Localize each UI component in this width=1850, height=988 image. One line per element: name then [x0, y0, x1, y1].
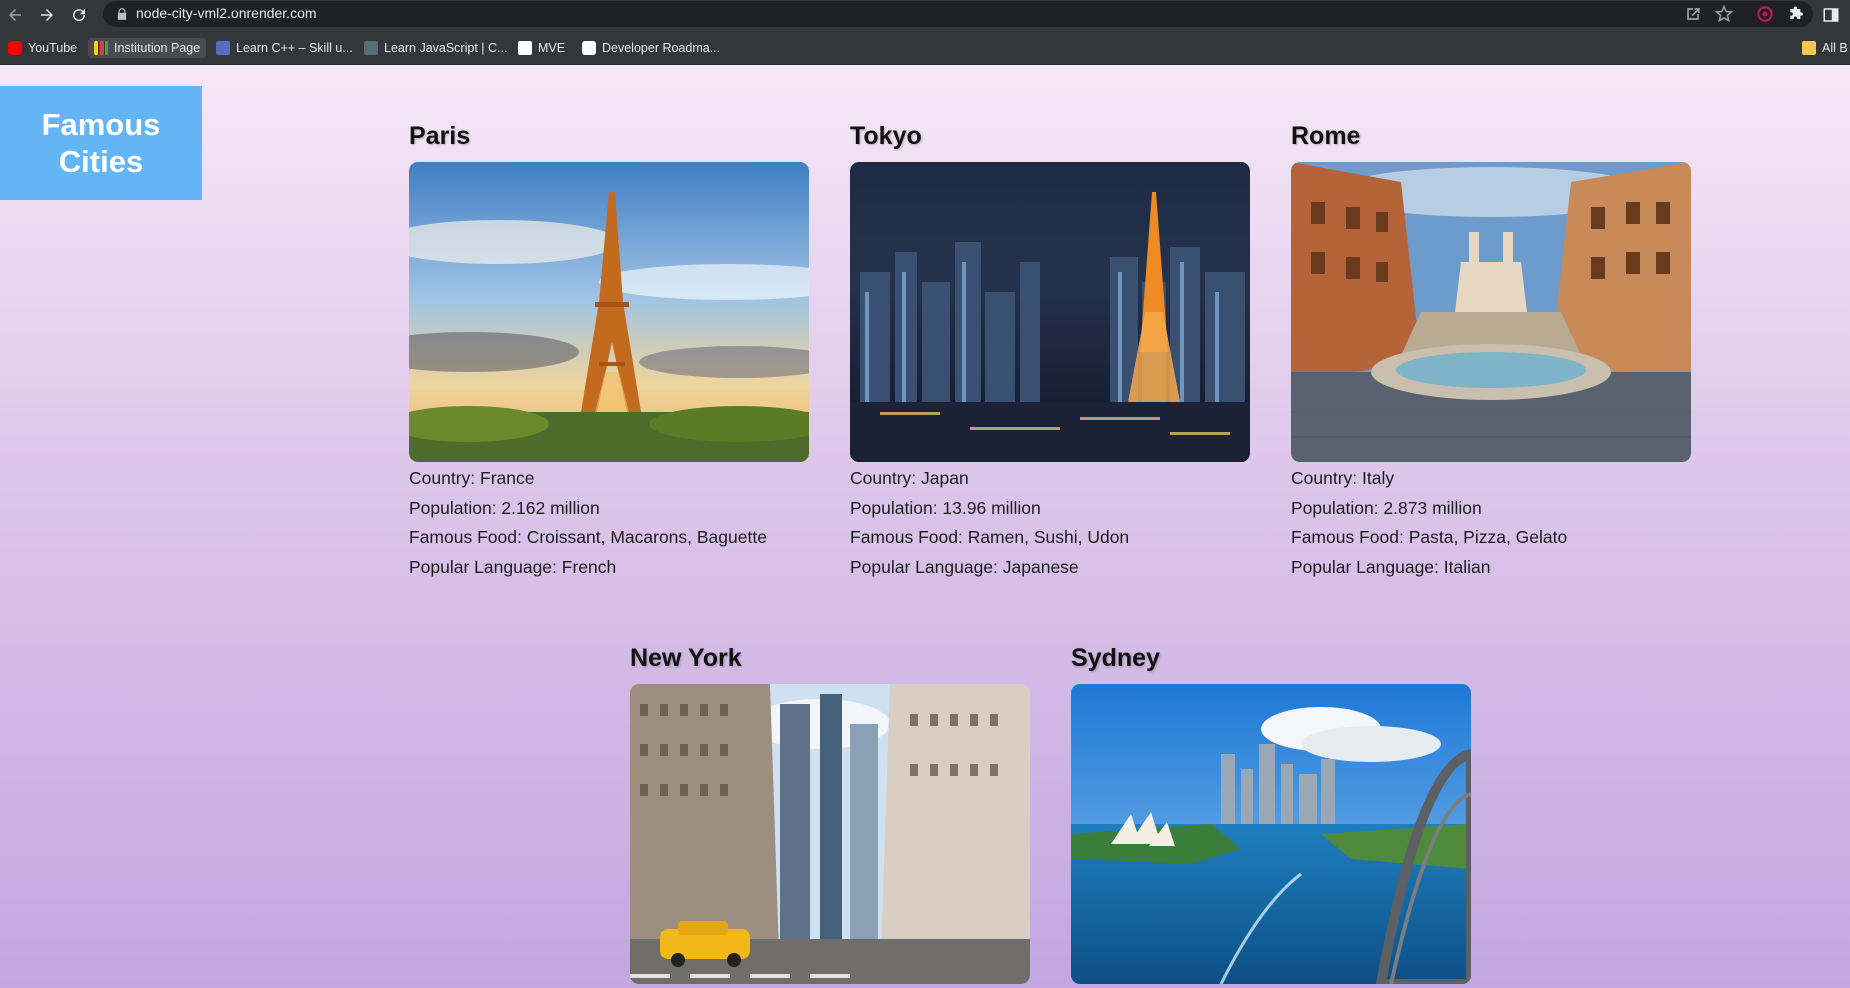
forward-button[interactable] — [36, 4, 58, 26]
eiffel-tower-photo — [409, 162, 809, 462]
bookmark-learn-javascript[interactable]: Learn JavaScript | C... — [364, 38, 507, 58]
city-info: Country: Japan Population: 13.96 million… — [850, 464, 1250, 582]
bookmark-learn-cpp[interactable]: Learn C++ – Skill u... — [216, 38, 353, 58]
reload-icon — [73, 9, 86, 22]
city-info: Country: France Population: 2.162 millio… — [409, 464, 809, 582]
city-card-new-york: New York — [630, 639, 1030, 984]
city-card-tokyo: Tokyo Country: Japan Population: 13.96 m… — [850, 117, 1250, 582]
city-country: Country: Japan — [850, 468, 969, 488]
cpp-icon — [216, 41, 230, 55]
bookmark-institution-page[interactable]: Institution Page — [88, 38, 207, 58]
bookmark-label: YouTube — [28, 41, 78, 55]
city-population: Population: 13.96 million — [850, 497, 1041, 518]
city-card-rome: Rome Country: Italy Population: 2.873 mi… — [1291, 117, 1691, 582]
url-text[interactable]: node-city-vml2.onrender.com — [136, 5, 317, 21]
lock-icon — [117, 8, 127, 20]
bookmark-developer-roadmap[interactable]: Developer Roadma... — [582, 38, 720, 58]
city-language: Popular Language: Italian — [1291, 556, 1491, 577]
city-food: Famous Food: Pasta, Pizza, Gelato — [1291, 527, 1568, 547]
spanish-steps-fountain-photo — [1291, 162, 1691, 462]
bookmark-label: Developer Roadma... — [602, 41, 721, 55]
site-logo: Famous Cities — [0, 86, 202, 200]
bookmark-mve[interactable]: MVE — [518, 38, 565, 58]
city-population: Population: 2.162 million — [409, 497, 600, 518]
city-card-paris: Paris Country: France Population: 2.162 … — [409, 117, 809, 582]
bookmark-label: Institution Page — [114, 41, 201, 55]
share-icon[interactable] — [1683, 4, 1703, 24]
city-population: Population: 2.873 million — [1291, 497, 1482, 518]
m-logo-icon — [518, 41, 532, 55]
bookmark-label: MVE — [538, 41, 566, 55]
bookmark-youtube[interactable]: YouTube — [8, 38, 77, 58]
youtube-icon — [8, 41, 22, 55]
arrow-right-icon — [41, 9, 53, 21]
city-info: Country: Italy Population: 2.873 million… — [1291, 464, 1691, 582]
arrow-left-icon — [9, 9, 21, 21]
manhattan-street-photo — [630, 684, 1030, 984]
city-name: Paris — [409, 122, 471, 150]
city-country: Country: Italy — [1291, 468, 1395, 488]
bar-chart-icon — [94, 41, 108, 55]
folder-icon — [1802, 41, 1816, 55]
page-content: Famous Cities Paris Country: France Popu… — [0, 65, 1850, 988]
city-language: Popular Language: French — [409, 556, 617, 577]
city-name: Sydney — [1071, 644, 1160, 672]
city-food: Famous Food: Ramen, Sushi, Udon — [850, 527, 1130, 547]
city-name: Tokyo — [850, 122, 922, 150]
reload-button[interactable] — [68, 4, 90, 26]
bookmark-label: Learn JavaScript | C... — [384, 41, 508, 55]
city-country: Country: France — [409, 468, 535, 488]
bookmark-label: Learn C++ – Skill u... — [236, 41, 353, 55]
all-bookmarks-label: All B — [1822, 41, 1848, 55]
bookmarks-bar: YouTube Institution Page Learn C++ – Ski… — [0, 30, 1850, 65]
side-panel-icon — [1823, 8, 1839, 22]
city-name: New York — [630, 644, 742, 672]
sydney-harbour-photo — [1071, 684, 1471, 984]
all-bookmarks-button[interactable]: All B — [1802, 38, 1848, 58]
city-food: Famous Food: Croissant, Macarons, Baguet… — [409, 527, 767, 547]
back-button[interactable] — [4, 4, 26, 26]
extension-record-icon[interactable] — [1755, 4, 1775, 24]
side-panel-button[interactable] — [1820, 4, 1842, 26]
doc-icon — [364, 41, 378, 55]
tokyo-night-skyline-photo — [850, 162, 1250, 462]
city-language: Popular Language: Japanese — [850, 556, 1079, 577]
browser-toolbar: node-city-vml2.onrender.com — [0, 0, 1850, 30]
address-bar[interactable]: node-city-vml2.onrender.com — [103, 1, 1813, 27]
r-logo-icon — [582, 41, 596, 55]
city-card-sydney: Sydney — [1071, 639, 1471, 984]
city-name: Rome — [1291, 122, 1361, 150]
bookmark-star-icon[interactable] — [1714, 4, 1734, 24]
puzzle-extensions-icon[interactable] — [1787, 4, 1807, 24]
